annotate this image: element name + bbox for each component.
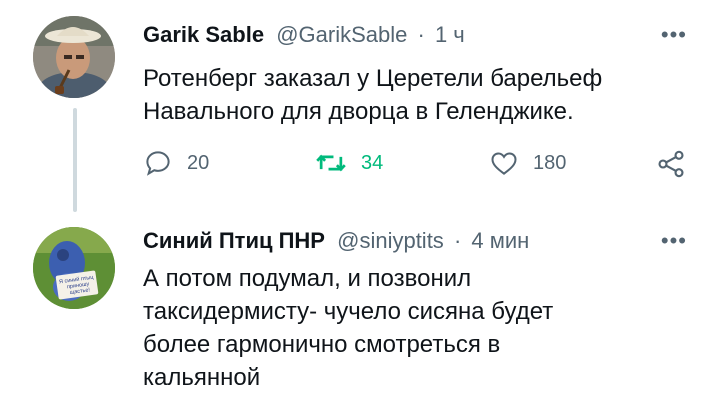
retweet-count: 34: [361, 151, 384, 174]
reply-icon: [146, 151, 170, 176]
like-button[interactable]: 180: [489, 148, 566, 178]
avatar-photo: Я синий птыц приношу щастье!: [33, 227, 115, 309]
tweet-text-line: таксидермисту- чучело сисяна будет: [143, 298, 554, 325]
like-count: 180: [533, 151, 567, 174]
share-button[interactable]: [655, 148, 687, 180]
tweet-header: Синий Птиц ПНР @siniyptits · 4 мин: [143, 228, 529, 254]
tweet-text-line: Навального для дворца в Геленджике.: [143, 98, 574, 125]
separator: ·: [417, 22, 425, 47]
tweet-header: Garik Sable @GarikSable · 1 ч: [143, 22, 465, 48]
reply-button[interactable]: 20: [143, 148, 209, 178]
heart-icon: [491, 152, 517, 175]
tweet-text: А потом подумал, и позвонил таксидермист…: [143, 262, 553, 394]
tweet-garik-sable[interactable]: Garik Sable @GarikSable · 1 ч ••• Ротенб…: [0, 0, 720, 220]
share-icon: [658, 150, 684, 178]
author-handle[interactable]: @GarikSable: [276, 22, 407, 47]
avatar-garik-sable[interactable]: [33, 16, 115, 98]
author-name[interactable]: Garik Sable: [143, 22, 264, 47]
avatar-photo: [33, 16, 115, 98]
avatar-siniy-ptits[interactable]: Я синий птыц приношу щастье!: [33, 227, 115, 309]
tweet-text: Ротенберг заказал у Церетели барельеф На…: [143, 62, 602, 128]
timestamp[interactable]: 4 мин: [471, 228, 529, 253]
tweet-actions: 20 34 180: [143, 148, 688, 182]
retweet-button[interactable]: 34: [315, 148, 383, 178]
tweet-text-line: А потом подумал, и позвонил: [143, 265, 472, 292]
retweet-icon: [316, 154, 346, 172]
more-options-icon[interactable]: •••: [661, 228, 687, 254]
author-name[interactable]: Синий Птиц ПНР: [143, 228, 325, 253]
timestamp[interactable]: 1 ч: [435, 22, 465, 47]
tweet-text-line: кальянной: [143, 364, 261, 391]
tweet-text-line: более гармонично смотреться в: [143, 331, 501, 358]
thread-connector-line: [73, 108, 77, 212]
author-handle[interactable]: @siniyptits: [337, 228, 444, 253]
more-options-icon[interactable]: •••: [661, 22, 687, 48]
reply-count: 20: [187, 151, 210, 174]
tweet-text-line: Ротенберг заказал у Церетели барельеф: [143, 65, 603, 92]
separator: ·: [453, 228, 462, 253]
